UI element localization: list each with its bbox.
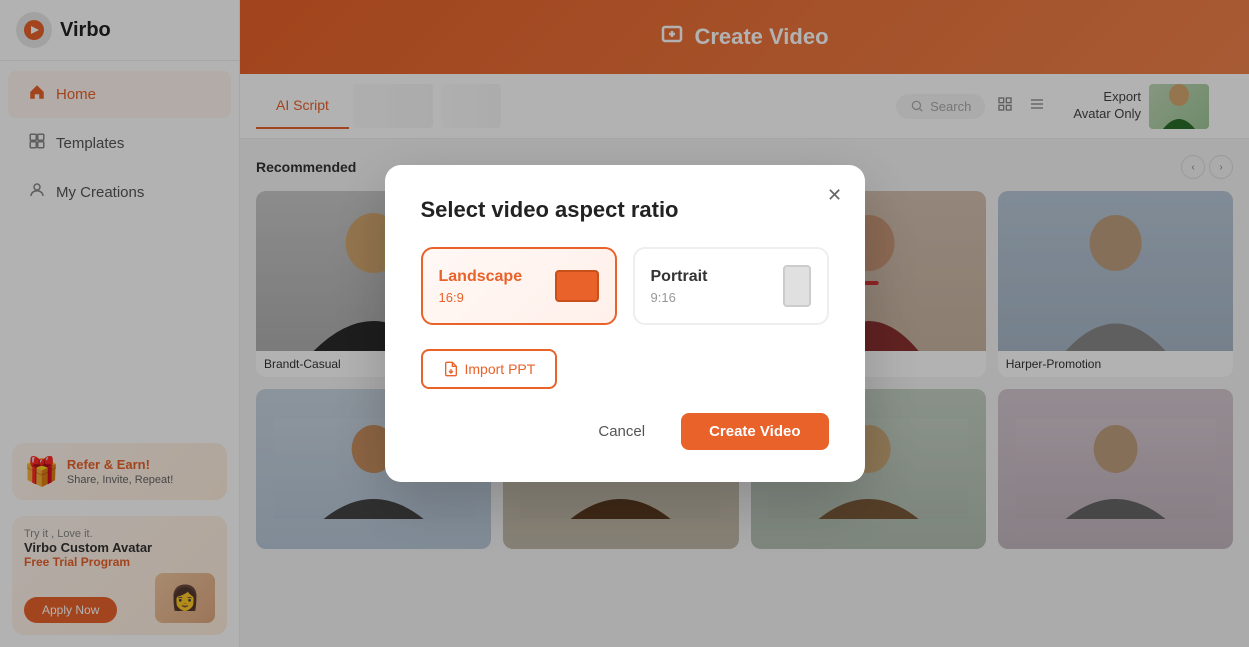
cancel-button[interactable]: Cancel [574, 413, 669, 450]
landscape-label: Landscape [439, 268, 523, 286]
modal-title: Select video aspect ratio [421, 197, 829, 223]
portrait-icon [783, 265, 811, 307]
portrait-option[interactable]: Portrait 9:16 [633, 247, 829, 325]
modal-overlay: ✕ Select video aspect ratio Landscape 16… [0, 0, 1249, 647]
import-ppt-label: Import PPT [465, 361, 536, 377]
landscape-icon [555, 270, 599, 302]
import-ppt-icon [443, 361, 459, 377]
landscape-option[interactable]: Landscape 16:9 [421, 247, 617, 325]
aspect-options: Landscape 16:9 Portrait 9:16 [421, 247, 829, 325]
aspect-ratio-modal: ✕ Select video aspect ratio Landscape 16… [385, 165, 865, 482]
import-ppt-button[interactable]: Import PPT [421, 349, 558, 389]
modal-actions: Cancel Create Video [421, 413, 829, 450]
portrait-ratio: 9:16 [651, 290, 708, 305]
landscape-ratio: 16:9 [439, 290, 523, 305]
portrait-label: Portrait [651, 268, 708, 286]
create-video-button[interactable]: Create Video [681, 413, 828, 450]
modal-close-button[interactable]: ✕ [821, 181, 849, 209]
